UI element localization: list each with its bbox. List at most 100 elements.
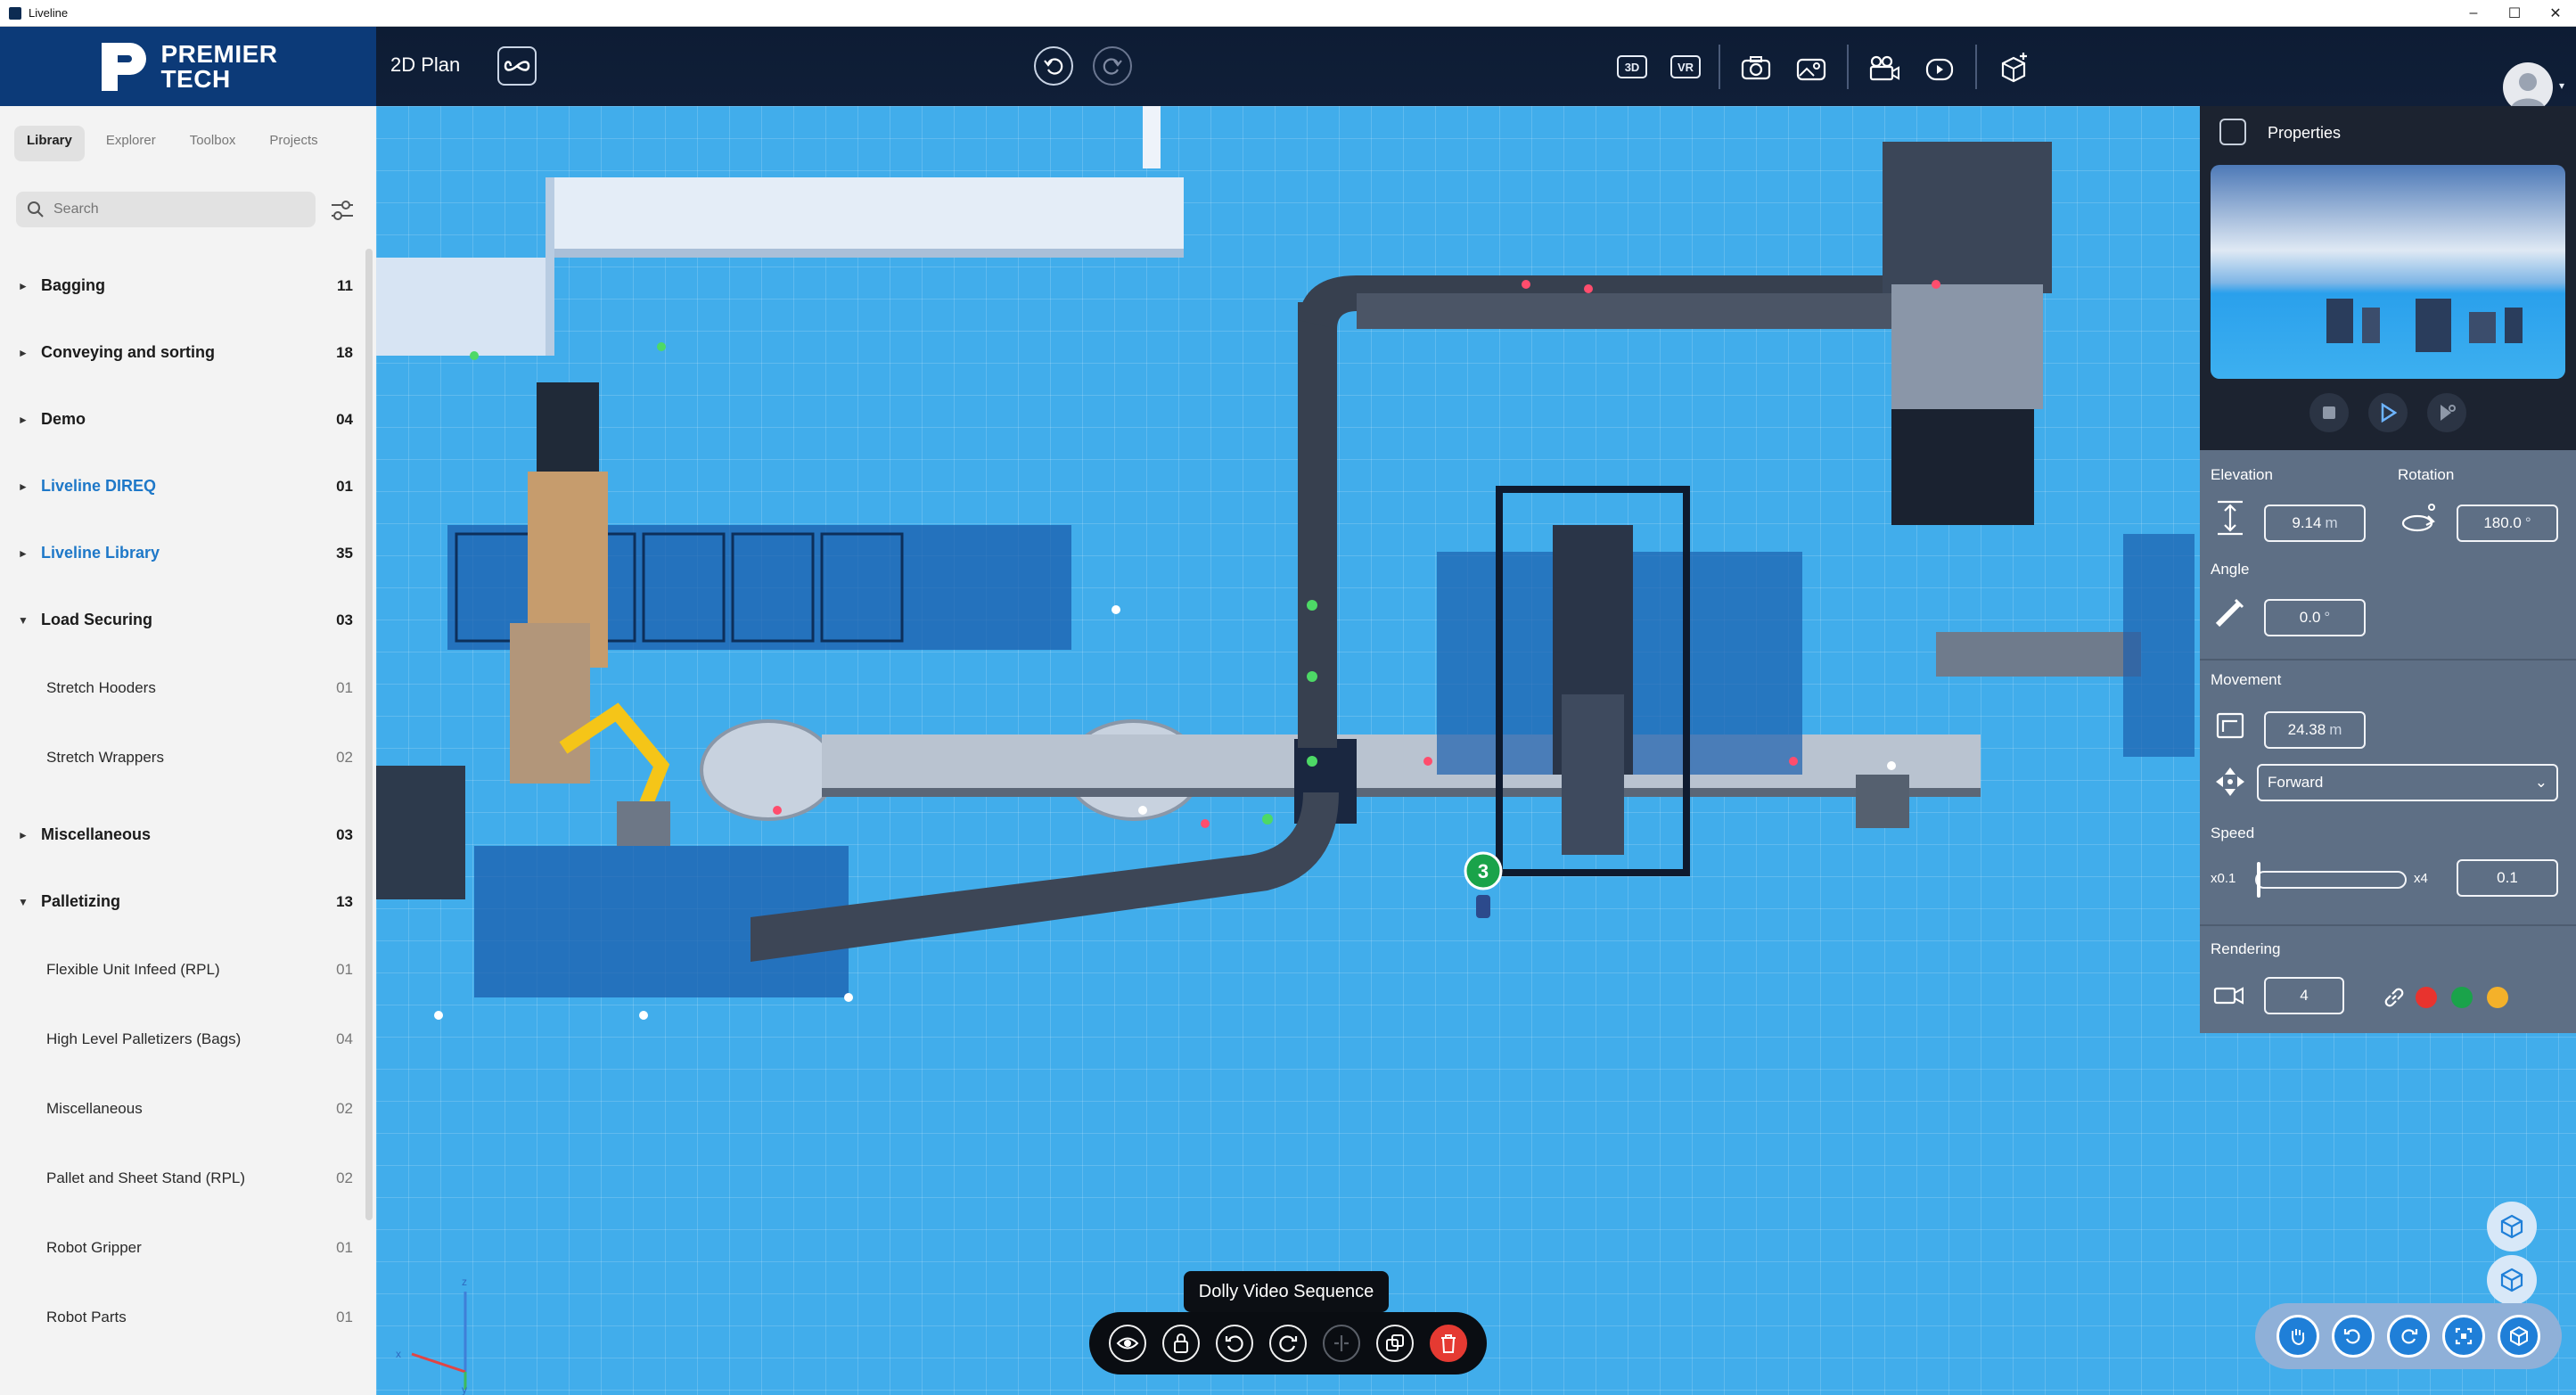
cube-icon: [2510, 1325, 2528, 1347]
brand-logo[interactable]: PREMIER TECH: [0, 27, 376, 106]
movement-distance-field[interactable]: 24.38 m: [2264, 711, 2366, 749]
category-palletizing[interactable]: ▼ Palletizing 13: [0, 868, 364, 935]
right-equipment[interactable]: [1856, 142, 2195, 828]
collapse-caret-icon: ▼: [18, 895, 29, 908]
search-input[interactable]: [53, 201, 303, 217]
toggle-3d-button[interactable]: 3D: [1617, 55, 1647, 78]
user-avatar[interactable]: [2503, 62, 2553, 112]
duplicate-button[interactable]: [1376, 1325, 1414, 1362]
screenshot-button[interactable]: [1738, 50, 1774, 86]
add-object-button[interactable]: [1995, 48, 2032, 86]
wall-segments: [376, 106, 1184, 356]
orbit-right-button[interactable]: [2387, 1315, 2430, 1358]
color-swatch-green[interactable]: [2451, 987, 2473, 1008]
split-button[interactable]: [1323, 1325, 1360, 1362]
redo-button[interactable]: [1093, 46, 1132, 86]
record-button[interactable]: [1922, 50, 1957, 86]
camera-marker[interactable]: 3: [1464, 851, 1503, 918]
list-item-flexible-unit-infeed[interactable]: Flexible Unit Infeed (RPL) 01: [0, 935, 364, 1005]
angle-unit: °: [2324, 609, 2331, 626]
category-liveline-direq[interactable]: ► Liveline DIREQ 01: [0, 453, 364, 520]
duplicate-icon: [1386, 1334, 1404, 1351]
angle-field[interactable]: 0.0 °: [2264, 599, 2366, 636]
category-liveline-library[interactable]: ► Liveline Library 35: [0, 520, 364, 587]
list-item-high-level-palletizers[interactable]: High Level Palletizers (Bags) 04: [0, 1005, 364, 1074]
object-toolbar: [1089, 1312, 1487, 1374]
rendering-label: Rendering: [2211, 940, 2281, 957]
delete-button[interactable]: [1430, 1325, 1467, 1362]
library-scrollbar[interactable]: [365, 249, 373, 1220]
gantry-palletizer[interactable]: [1437, 486, 1802, 876]
properties-panel: Properties Elevation Rotation 9.14 m 180.…: [2200, 106, 2576, 1033]
movie-camera-icon: [1869, 55, 1899, 81]
list-item-robot-parts[interactable]: Robot Parts 01: [0, 1283, 364, 1352]
undo-icon: [1044, 58, 1063, 75]
rotate-left-button[interactable]: [1216, 1325, 1253, 1362]
tab-toolbox[interactable]: Toolbox: [177, 126, 249, 161]
speed-slider-thumb[interactable]: [2257, 862, 2260, 898]
rotate-right-button[interactable]: [1269, 1325, 1307, 1362]
properties-header: Properties: [2200, 106, 2576, 450]
list-item-stretch-hooders[interactable]: Stretch Hooders 01: [0, 653, 364, 723]
visibility-button[interactable]: [1109, 1325, 1146, 1362]
orbit-left-button[interactable]: [2332, 1315, 2375, 1358]
video-camera-button[interactable]: [1866, 50, 1902, 86]
link-icon[interactable]: [2375, 978, 2414, 1017]
reset-view-button[interactable]: [2498, 1315, 2540, 1358]
list-item-miscellaneous[interactable]: Miscellaneous 02: [0, 1074, 364, 1144]
view-cube-top-button[interactable]: [2487, 1202, 2537, 1251]
view-cube-front-button[interactable]: [2487, 1255, 2537, 1305]
play-from-start-button[interactable]: [2427, 393, 2466, 432]
play-button[interactable]: [2368, 393, 2408, 432]
category-bagging[interactable]: ► Bagging 11: [0, 252, 364, 319]
tab-explorer[interactable]: Explorer: [94, 126, 168, 161]
user-icon: [2510, 73, 2546, 111]
list-item-pallet-and-sheet-stand[interactable]: Pallet and Sheet Stand (RPL) 02: [0, 1144, 364, 1213]
tab-projects[interactable]: Projects: [257, 126, 330, 161]
speed-field[interactable]: 0.1: [2457, 859, 2558, 897]
camera-marker-number: 3: [1478, 860, 1489, 882]
undo-button[interactable]: [1034, 46, 1073, 86]
gallery-button[interactable]: [1793, 50, 1829, 86]
category-count: 35: [336, 544, 353, 562]
image-gallery-icon: [1796, 58, 1826, 81]
movement-value: 24.38: [2287, 721, 2326, 738]
lock-button[interactable]: [1162, 1325, 1200, 1362]
infinity-button[interactable]: [497, 46, 537, 86]
movement-label: Movement: [2211, 671, 2282, 688]
category-conveying-and-sorting[interactable]: ► Conveying and sorting 18: [0, 319, 364, 386]
color-swatch-red[interactable]: [2416, 987, 2437, 1008]
rendering-field[interactable]: 4: [2264, 977, 2344, 1014]
rotation-field[interactable]: 180.0 °: [2457, 505, 2558, 542]
color-swatch-yellow[interactable]: [2487, 987, 2508, 1008]
speed-label: Speed: [2211, 825, 2255, 841]
stop-button[interactable]: [2309, 393, 2349, 432]
speed-slider[interactable]: [2255, 862, 2407, 898]
tab-library[interactable]: Library: [14, 126, 85, 161]
minimize-button[interactable]: –: [2453, 0, 2494, 27]
list-item-stretch-wrappers[interactable]: Stretch Wrappers 02: [0, 723, 364, 792]
infinity-icon: [504, 61, 530, 71]
elevation-field[interactable]: 9.14 m: [2264, 505, 2366, 542]
trash-icon: [1441, 1334, 1456, 1353]
toggle-vr-button[interactable]: VR: [1670, 55, 1701, 78]
filter-icon[interactable]: [328, 197, 357, 224]
direction-select[interactable]: Forward ⌄: [2257, 764, 2558, 801]
pan-button[interactable]: [2277, 1315, 2319, 1358]
camera-settings-icon: [2219, 119, 2246, 145]
category-count: 18: [336, 343, 353, 361]
fit-view-button[interactable]: [2442, 1315, 2485, 1358]
camera-icon: [1741, 56, 1771, 80]
category-miscellaneous[interactable]: ► Miscellaneous 03: [0, 801, 364, 868]
category-demo[interactable]: ► Demo 04: [0, 386, 364, 453]
category-load-securing[interactable]: ▼ Load Securing 03: [0, 587, 364, 653]
list-item-robot-gripper[interactable]: Robot Gripper 01: [0, 1213, 364, 1283]
header-divider: [1719, 45, 1720, 89]
user-menu-chevron-icon[interactable]: ▾: [2555, 78, 2569, 93]
close-window-button[interactable]: ✕: [2535, 0, 2576, 27]
move-arrows-icon: [2211, 762, 2250, 801]
logo-text-line1: PREMIER: [160, 39, 278, 68]
maximize-button[interactable]: ☐: [2494, 0, 2535, 27]
panel-tabs: Library Explorer Toolbox Projects: [0, 106, 376, 161]
play-loop-icon: [2441, 405, 2456, 421]
